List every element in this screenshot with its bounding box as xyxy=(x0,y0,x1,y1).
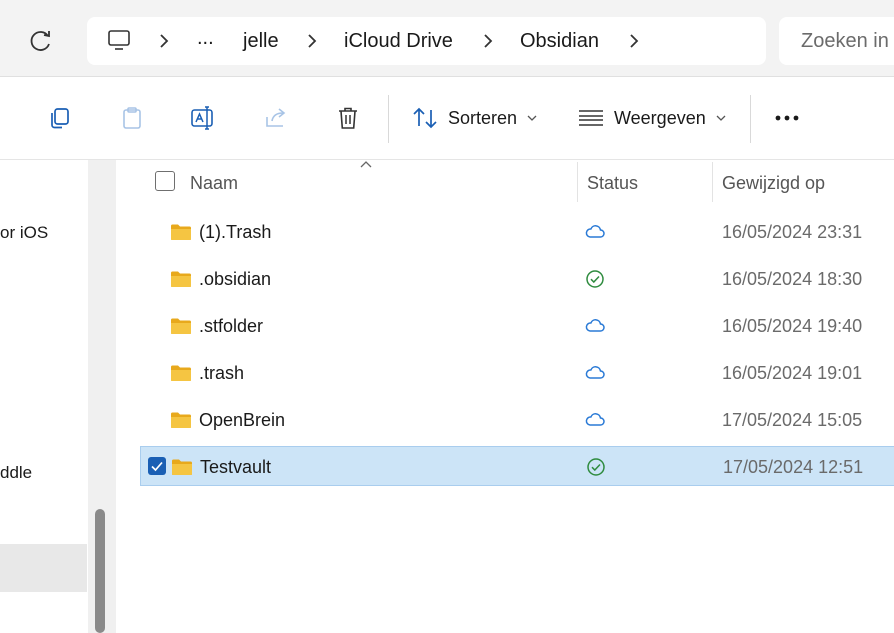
column-header-status[interactable]: Status xyxy=(587,173,638,194)
chevron-right-icon xyxy=(160,34,169,48)
view-label: Weergeven xyxy=(614,107,706,128)
copy-icon[interactable] xyxy=(47,105,73,131)
sidebar-item-ddle[interactable]: ddle xyxy=(0,463,32,483)
breadcrumb-item-obsidian[interactable]: Obsidian xyxy=(520,30,599,53)
sort-icon xyxy=(413,107,437,129)
cloud-icon xyxy=(585,225,605,238)
file-row[interactable]: Testvault 17/05/2024 12:51 xyxy=(140,446,894,486)
folder-icon xyxy=(171,318,191,334)
view-button[interactable]: Weergeven xyxy=(578,103,726,133)
sort-label: Sorteren xyxy=(448,107,518,128)
column-divider[interactable] xyxy=(712,162,713,202)
paste-icon[interactable] xyxy=(119,105,145,131)
breadcrumb[interactable]: ... jelle iCloud Drive Obsidian xyxy=(87,17,766,65)
select-all-checkbox[interactable] xyxy=(155,171,175,191)
sort-button[interactable]: Sorteren xyxy=(412,103,537,133)
command-bar: Sorteren Weergeven xyxy=(0,77,894,160)
this-pc-icon[interactable] xyxy=(107,29,131,51)
file-modified: 16/05/2024 19:40 xyxy=(722,316,863,336)
share-icon[interactable] xyxy=(263,105,289,131)
file-name[interactable]: Testvault xyxy=(200,457,271,478)
trash-icon[interactable] xyxy=(335,105,361,131)
column-divider[interactable] xyxy=(577,162,578,202)
file-row[interactable]: .obsidian 16/05/2024 18:30 xyxy=(140,259,894,299)
chevron-right-icon xyxy=(308,34,317,48)
toolbar-divider xyxy=(388,95,389,143)
column-header-modified[interactable]: Gewijzigd op xyxy=(722,173,825,194)
breadcrumb-item-jelle[interactable]: jelle xyxy=(243,30,279,53)
toolbar-divider xyxy=(750,95,751,143)
file-modified: 17/05/2024 12:51 xyxy=(723,457,864,477)
chevron-right-icon[interactable] xyxy=(627,33,641,49)
sidebar-scrollbar-thumb[interactable] xyxy=(95,509,105,633)
synced-check-icon xyxy=(587,458,605,476)
refresh-icon[interactable] xyxy=(28,28,54,54)
navigation-pane: or iOS ddle xyxy=(0,160,88,633)
chevron-right-icon xyxy=(484,34,493,48)
address-bar: ... jelle iCloud Drive Obsidian Zoeken i… xyxy=(0,0,894,77)
file-row[interactable]: (1).Trash 16/05/2024 23:31 xyxy=(140,212,894,252)
row-checkbox[interactable] xyxy=(148,457,166,475)
more-options-icon[interactable] xyxy=(774,114,802,122)
file-row[interactable]: .stfolder 16/05/2024 19:40 xyxy=(140,306,894,346)
file-name[interactable]: (1).Trash xyxy=(199,222,271,243)
sidebar-item-selected[interactable] xyxy=(0,544,87,592)
file-modified: 17/05/2024 15:05 xyxy=(722,410,863,430)
cloud-icon xyxy=(585,319,605,332)
file-modified: 16/05/2024 19:01 xyxy=(722,363,863,383)
folder-icon xyxy=(171,271,191,287)
folder-icon xyxy=(172,459,192,475)
file-modified: 16/05/2024 23:31 xyxy=(722,222,863,242)
file-name[interactable]: OpenBrein xyxy=(199,410,285,431)
rename-icon[interactable] xyxy=(190,105,216,131)
file-name[interactable]: .trash xyxy=(199,363,244,384)
cloud-icon xyxy=(585,366,605,379)
synced-check-icon xyxy=(586,270,604,288)
folder-icon xyxy=(171,412,191,428)
search-input[interactable]: Zoeken in xyxy=(801,30,889,53)
file-list: Naam Status Gewijzigd op (1).Trash 16/05/… xyxy=(117,160,894,633)
file-modified: 16/05/2024 18:30 xyxy=(722,269,863,289)
folder-icon xyxy=(171,224,191,240)
chevron-down-icon xyxy=(527,115,537,121)
breadcrumb-overflow[interactable]: ... xyxy=(197,27,214,50)
view-list-icon xyxy=(579,110,603,126)
search-box[interactable]: Zoeken in xyxy=(779,17,894,65)
file-name[interactable]: .obsidian xyxy=(199,269,271,290)
sidebar-item-ios[interactable]: or iOS xyxy=(0,223,48,243)
file-row[interactable]: OpenBrein 17/05/2024 15:05 xyxy=(140,400,894,440)
cloud-icon xyxy=(585,413,605,426)
checkmark-icon xyxy=(151,461,163,472)
file-name[interactable]: .stfolder xyxy=(199,316,263,337)
chevron-down-icon xyxy=(716,115,726,121)
column-header-name[interactable]: Naam xyxy=(190,173,238,194)
sort-up-arrow-icon xyxy=(360,161,372,168)
folder-icon xyxy=(171,365,191,381)
file-row[interactable]: .trash 16/05/2024 19:01 xyxy=(140,353,894,393)
breadcrumb-item-icloud-drive[interactable]: iCloud Drive xyxy=(344,30,453,53)
